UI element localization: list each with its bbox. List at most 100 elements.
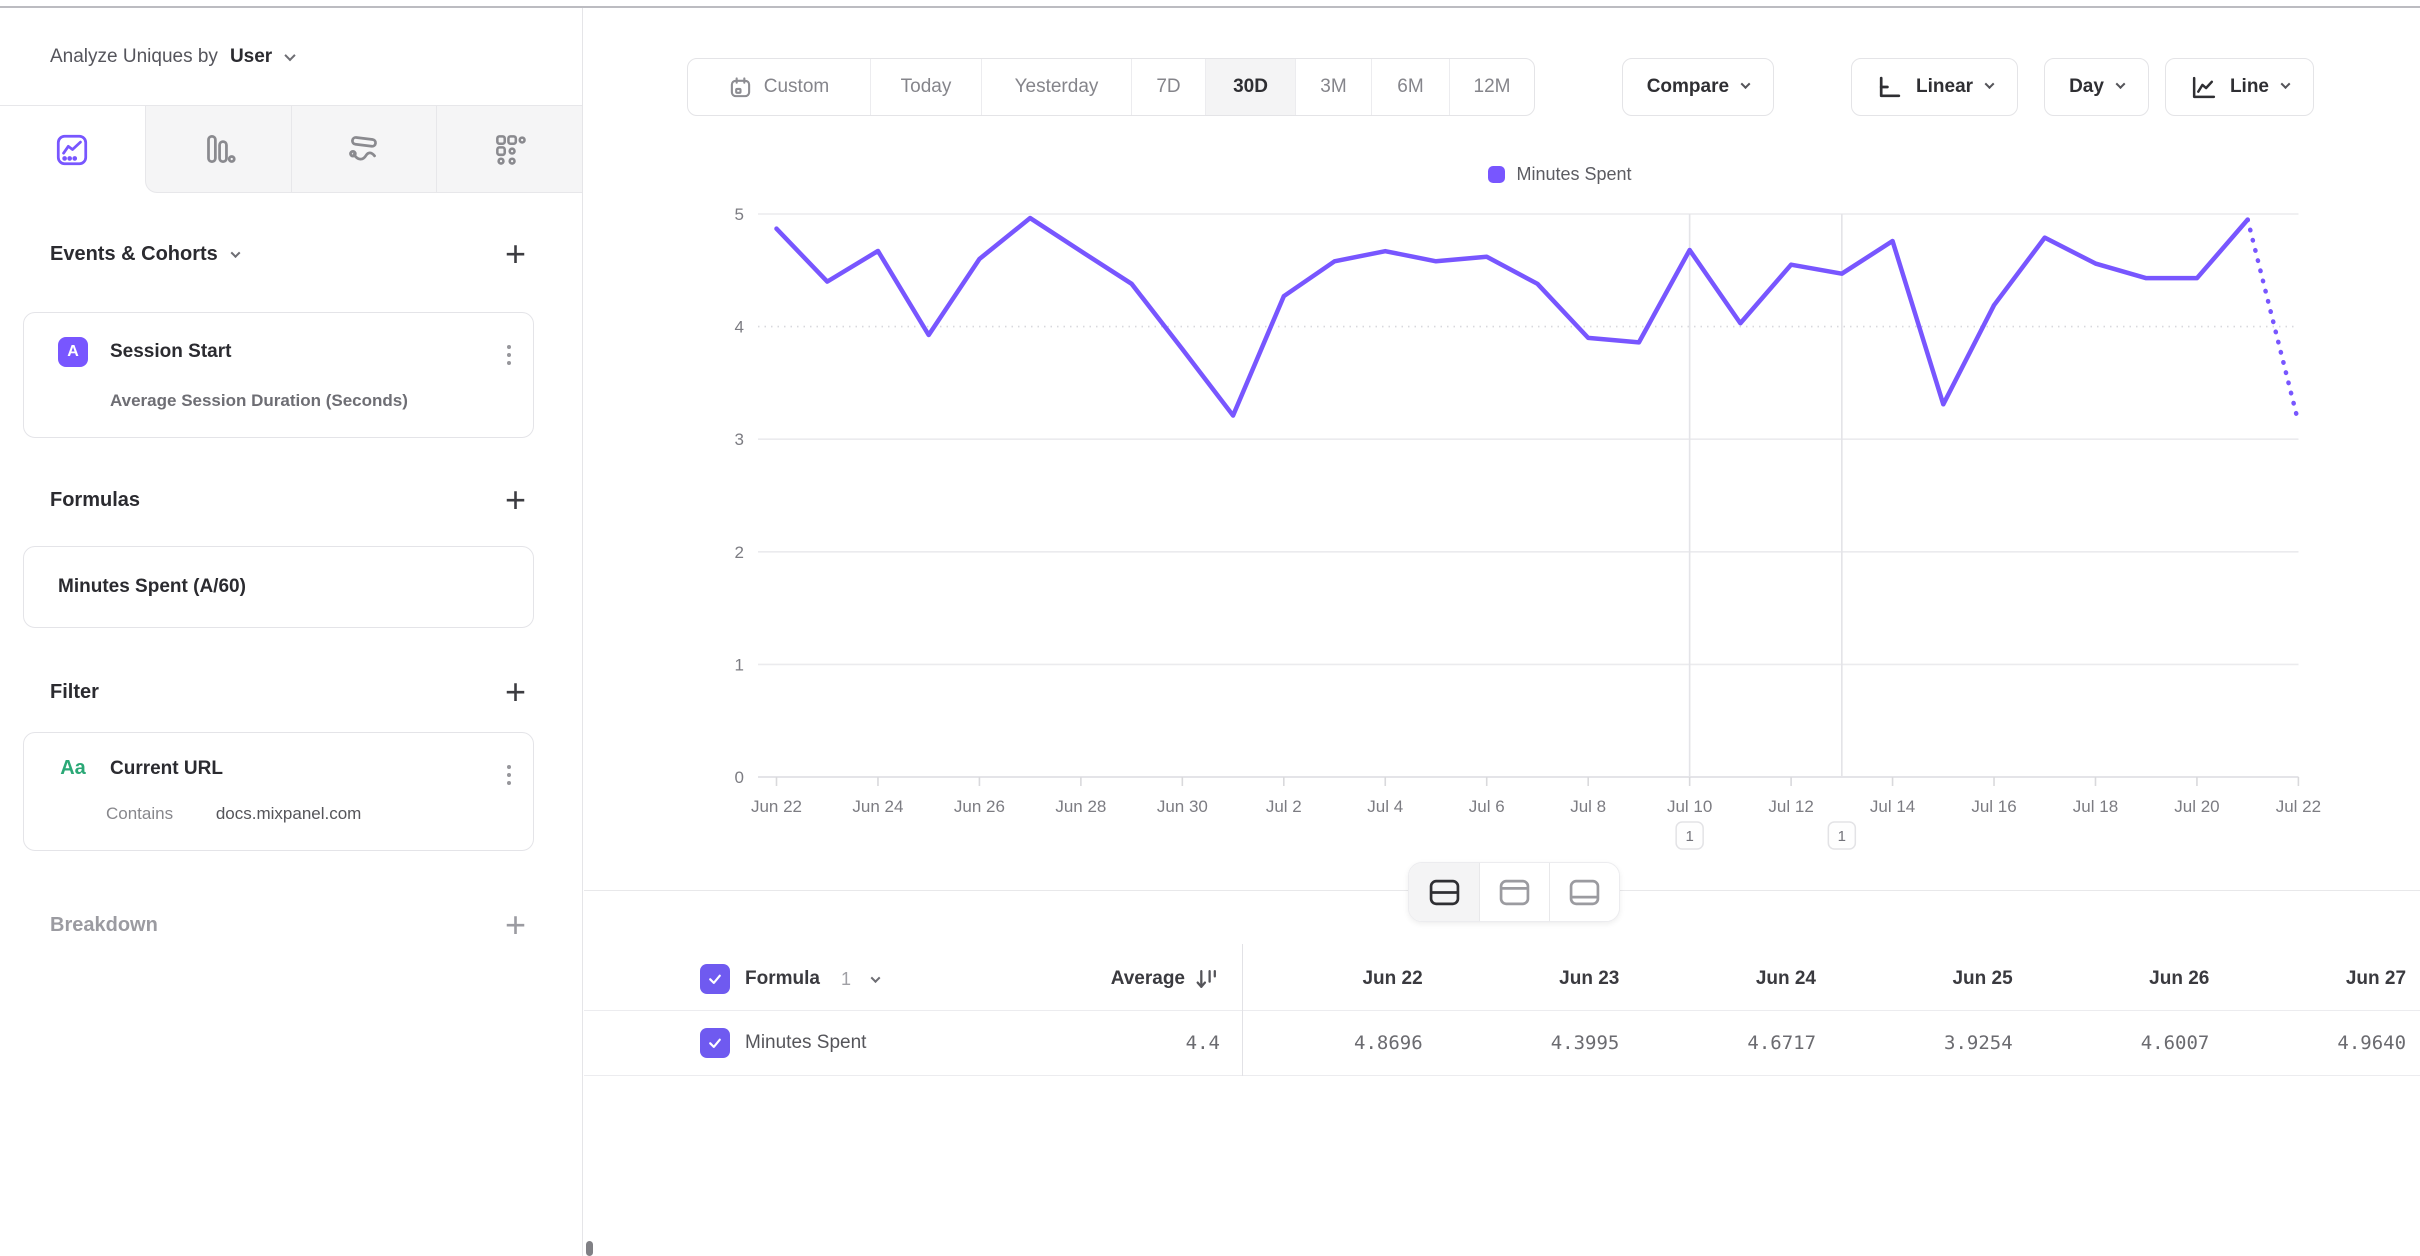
chevron-down-icon[interactable]: [871, 973, 881, 983]
table-cell-value: 4.6007: [2027, 1032, 2224, 1054]
date-range-6m[interactable]: 6M: [1371, 59, 1449, 115]
date-range-30d[interactable]: 30D: [1205, 59, 1295, 115]
view-layout-toggle: [1408, 862, 1620, 922]
series-line-incomplete[interactable]: [2248, 220, 2299, 423]
x-axis-label: Jun 26: [954, 797, 1005, 816]
legend-swatch: [1488, 166, 1505, 183]
table-cell-value: 4.8696: [1240, 1032, 1437, 1054]
filter-title: Filter: [50, 681, 99, 704]
report-main-area: CustomTodayYesterday7D30D3M6M12M Compare…: [584, 8, 2420, 1256]
formula-expression[interactable]: Minutes Spent (A/60): [58, 576, 246, 598]
kebab-menu-icon[interactable]: [507, 345, 511, 365]
chart-view-icon: [1499, 879, 1530, 906]
date-range-3m[interactable]: 3M: [1295, 59, 1371, 115]
date-column-header[interactable]: Jun 24: [1633, 968, 1830, 990]
breakdown-title: Breakdown: [50, 914, 158, 937]
date-range-7d[interactable]: 7D: [1131, 59, 1205, 115]
linear-axis-icon: [1876, 74, 1903, 101]
scale-label: Linear: [1916, 76, 1973, 98]
date-column-header[interactable]: Jun 23: [1437, 968, 1634, 990]
y-axis-label: 1: [735, 655, 744, 674]
chart-controls: Compare Linear Day Line: [1622, 58, 2314, 116]
event-name[interactable]: Session Start: [110, 341, 231, 363]
date-column-header[interactable]: Jun 25: [1830, 968, 2027, 990]
tab-retention[interactable]: [436, 106, 582, 193]
table-view-icon: [1569, 879, 1600, 906]
date-range-12m[interactable]: 12M: [1449, 59, 1534, 115]
string-property-icon: Aa: [58, 757, 88, 780]
events-cohorts-title: Events & Cohorts: [50, 243, 218, 266]
filter-header: Filter +: [50, 678, 526, 706]
date-column-header[interactable]: Jun 22: [1240, 968, 1437, 990]
compare-label: Compare: [1647, 76, 1729, 98]
retention-grid-icon: [491, 130, 529, 168]
x-axis-label: Jun 22: [751, 797, 802, 816]
table-cell-value: 4.6717: [1633, 1032, 1830, 1054]
average-header-label: Average: [1111, 968, 1185, 990]
annotation-count[interactable]: 1: [1685, 828, 1693, 845]
date-range-today[interactable]: Today: [870, 59, 981, 115]
event-card-session-start[interactable]: A Session Start Average Session Duration…: [23, 312, 534, 438]
chart-legend[interactable]: Minutes Spent: [700, 164, 2420, 185]
date-column-header[interactable]: Jun 27: [2223, 968, 2420, 990]
formula-card[interactable]: Minutes Spent (A/60): [23, 546, 534, 628]
flows-icon: [345, 130, 383, 168]
chart-type-dropdown[interactable]: Line: [2165, 58, 2314, 116]
chart-view-button[interactable]: [1479, 863, 1549, 921]
results-table: Formula 1 Average Jun 22Jun 23Jun 24Jun …: [584, 948, 2420, 1076]
table-view-button[interactable]: [1549, 863, 1619, 921]
date-range-control: CustomTodayYesterday7D30D3M6M12M: [687, 58, 1535, 116]
analyze-uniques-value-dropdown[interactable]: User: [230, 46, 272, 68]
formula-checkbox[interactable]: [700, 964, 730, 994]
scale-dropdown[interactable]: Linear: [1851, 58, 2018, 116]
filter-property-name[interactable]: Current URL: [110, 758, 223, 780]
tab-funnels[interactable]: [145, 106, 291, 193]
chevron-down-icon: [1741, 79, 1751, 89]
x-axis-label: Jul 22: [2276, 797, 2321, 816]
y-axis-label: 4: [735, 318, 744, 337]
kebab-menu-icon[interactable]: [507, 765, 511, 785]
interval-dropdown[interactable]: Day: [2044, 58, 2149, 116]
filter-card-current-url[interactable]: Aa Current URL Contains docs.mixpanel.co…: [23, 732, 534, 851]
x-axis-label: Jul 18: [2073, 797, 2118, 816]
annotation-count[interactable]: 1: [1838, 828, 1846, 845]
add-breakdown-button[interactable]: +: [505, 912, 526, 938]
sort-icon[interactable]: [1193, 967, 1220, 992]
formula-header-label[interactable]: Formula: [745, 968, 820, 990]
split-view-button[interactable]: [1409, 863, 1479, 921]
add-filter-button[interactable]: +: [505, 679, 526, 705]
y-axis-label: 3: [735, 430, 744, 449]
chevron-down-icon: [1985, 79, 1995, 89]
y-axis-label: 2: [735, 543, 744, 562]
date-range-custom[interactable]: Custom: [688, 59, 870, 115]
add-event-button[interactable]: +: [505, 241, 526, 267]
split-view-icon: [1429, 879, 1460, 906]
x-axis-label: Jun 28: [1055, 797, 1106, 816]
add-formula-button[interactable]: +: [505, 487, 526, 513]
formula-number: 1: [841, 969, 851, 990]
calendar-icon: [729, 76, 752, 99]
compare-button[interactable]: Compare: [1622, 58, 1774, 116]
series-name[interactable]: Minutes Spent: [745, 1032, 866, 1054]
column-separator: [1242, 944, 1243, 1076]
chevron-down-icon[interactable]: [230, 248, 240, 258]
series-line[interactable]: [777, 218, 2248, 416]
bar-chart-icon: [199, 130, 237, 168]
table-cell-value: 3.9254: [1830, 1032, 2027, 1054]
filter-value[interactable]: docs.mixpanel.com: [216, 804, 362, 823]
x-axis-label: Jul 10: [1667, 797, 1712, 816]
line-chart[interactable]: 01234511Jun 22Jun 24Jun 26Jun 28Jun 30Ju…: [700, 198, 2420, 878]
table-header-row: Formula 1 Average Jun 22Jun 23Jun 24Jun …: [584, 948, 2420, 1010]
date-column-header[interactable]: Jun 26: [2027, 968, 2224, 990]
series-checkbox[interactable]: [700, 1028, 730, 1058]
x-axis-label: Jul 4: [1367, 797, 1403, 816]
date-range-yesterday[interactable]: Yesterday: [981, 59, 1131, 115]
tab-insights[interactable]: [0, 106, 145, 193]
event-aggregation[interactable]: Average Session Duration (Seconds): [110, 391, 507, 411]
analyze-uniques-label: Analyze Uniques by: [50, 46, 218, 68]
chevron-down-icon: [2281, 79, 2291, 89]
formulas-header: Formulas +: [50, 486, 526, 514]
filter-operator[interactable]: Contains: [106, 804, 173, 823]
analyze-uniques-row[interactable]: Analyze Uniques by User: [0, 8, 582, 106]
tab-flows[interactable]: [291, 106, 437, 193]
